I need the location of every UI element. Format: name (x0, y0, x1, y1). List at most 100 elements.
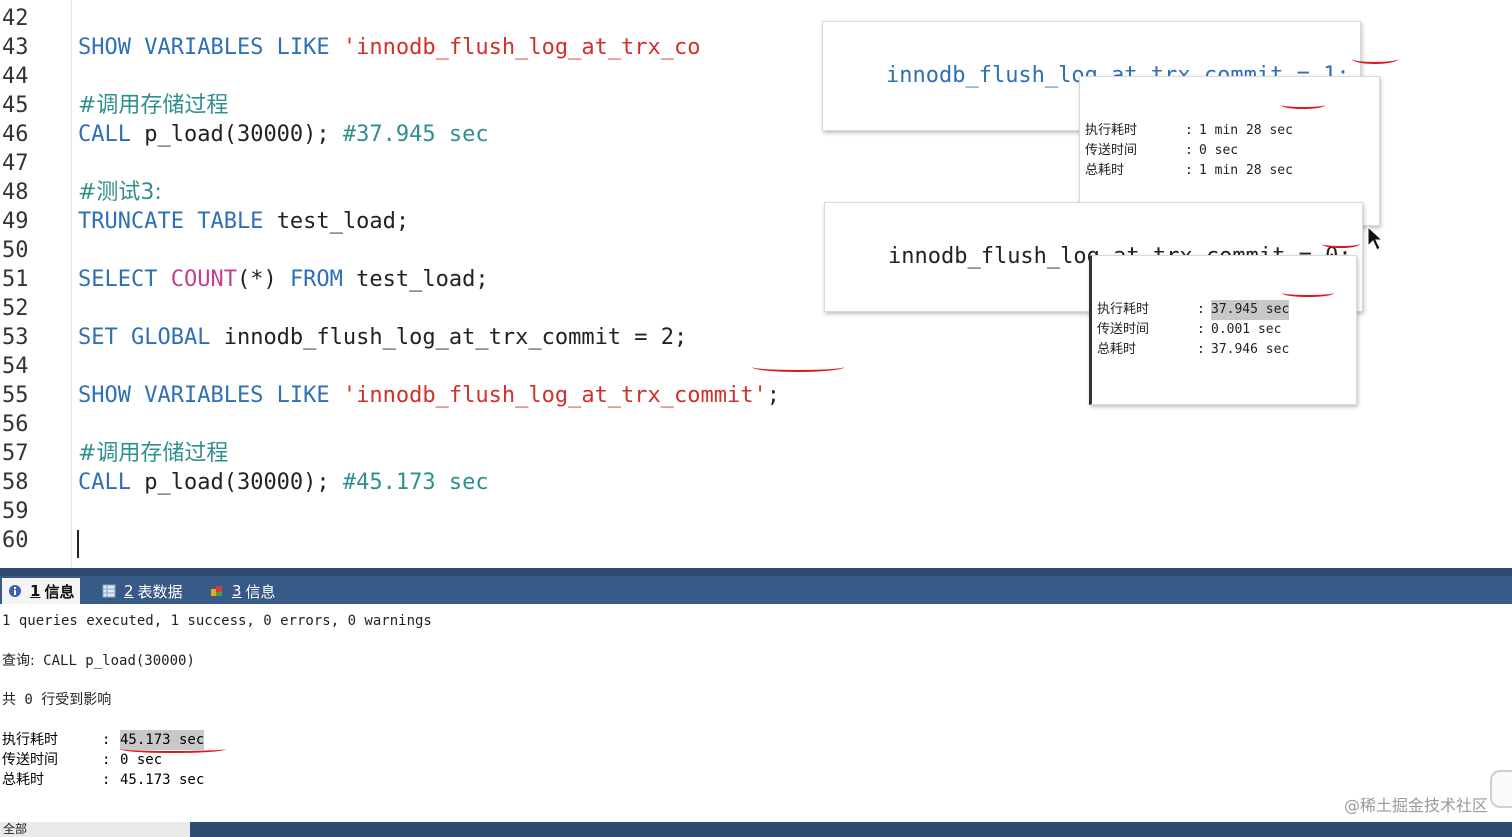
code-token: CALL (78, 122, 144, 147)
info-color-icon (210, 584, 224, 598)
line-number: 46 (2, 120, 42, 149)
stat-colon: : (102, 770, 120, 790)
line-number: 43 (2, 33, 42, 62)
code-line[interactable]: 56 (0, 410, 1512, 439)
query-line: 查询: CALL p_load(30000) (2, 651, 195, 671)
tab-table-data-2[interactable]: 2表数据 (96, 578, 189, 604)
code-token: #调用存储过程 (78, 441, 228, 466)
line-number: 58 (2, 468, 42, 497)
stat-value: 45.173 sec (120, 770, 204, 790)
code-text: SHOW VARIABLES LIKE 'innodb_flush_log_at… (78, 381, 780, 410)
code-line[interactable]: 59 (0, 497, 1512, 526)
tab-info-3[interactable]: 3信息 (204, 578, 282, 604)
red-underline-annotation (1281, 101, 1325, 109)
line-number: 60 (2, 526, 42, 555)
code-token: #45.173 sec (343, 470, 489, 495)
watermark: @稀土掘金技术社区 (1344, 792, 1488, 816)
stat-label: 总耗时 (2, 770, 102, 790)
stat-label: 总耗时 (1097, 340, 1197, 360)
stat-label: 传送时间 (1097, 320, 1197, 340)
stat-label: 传送时间 (2, 750, 102, 770)
code-token: (*) (237, 267, 290, 292)
table-icon (102, 584, 116, 598)
stat-colon: : (1197, 340, 1211, 360)
stat-row: 传送时间:0 sec (1085, 141, 1369, 161)
tab-info-1[interactable]: 1信息 (2, 578, 80, 604)
bottom-tab-all[interactable]: 全部 (0, 822, 190, 837)
code-token: #37.945 sec (343, 122, 489, 147)
stat-colon: : (102, 730, 120, 750)
red-underline-annotation (120, 745, 226, 753)
line-number: 42 (2, 4, 42, 33)
code-token: SELECT (78, 267, 171, 292)
stat-row: 传送时间:0.001 sec (1097, 320, 1346, 340)
code-text: TRUNCATE TABLE test_load; (78, 207, 409, 236)
code-text: #调用存储过程 (78, 439, 228, 468)
stat-colon: : (1185, 161, 1199, 181)
code-text: #测试3: (78, 178, 162, 207)
stat-label: 总耗时 (1085, 161, 1185, 181)
stat-row: 执行耗时:37.945 sec (1097, 300, 1346, 320)
stat-value: 0 sec (120, 750, 162, 770)
stat-row: 执行耗时:1 min 28 sec (1085, 121, 1369, 141)
side-collapse-handle[interactable] (1490, 770, 1512, 808)
line-number: 55 (2, 381, 42, 410)
stat-colon: : (1197, 320, 1211, 340)
code-token: FROM (290, 267, 356, 292)
code-token: p_load(30000); (144, 122, 343, 147)
code-text: SET GLOBAL innodb_flush_log_at_trx_commi… (78, 323, 687, 352)
line-number: 51 (2, 265, 42, 294)
line-number: 52 (2, 294, 42, 323)
code-token: #测试3: (78, 180, 162, 205)
code-token: test_load; (356, 267, 488, 292)
line-number: 48 (2, 178, 42, 207)
code-token: ; (767, 383, 780, 408)
code-text: SHOW VARIABLES LIKE 'innodb_flush_log_at… (78, 33, 701, 62)
stat-row: 总耗时:45.173 sec (2, 770, 204, 790)
line-number: 56 (2, 410, 42, 439)
summary-text: 1 queries executed, 1 success, 0 errors,… (2, 611, 432, 631)
code-text: SELECT COUNT(*) FROM test_load; (78, 265, 489, 294)
red-underline-annotation (752, 362, 844, 372)
result-tabs: 1信息 2表数据 3信息 (0, 576, 1512, 604)
line-number: 57 (2, 439, 42, 468)
line-number: 50 (2, 236, 42, 265)
code-text: #调用存储过程 (78, 91, 228, 120)
result-output: 1 queries executed, 1 success, 0 errors,… (0, 604, 1512, 822)
code-text: CALL p_load(30000); #37.945 sec (78, 120, 489, 149)
bottom-bar: 全部 (0, 822, 1512, 837)
line-number: 54 (2, 352, 42, 381)
text-caret (77, 530, 79, 558)
stat-colon: : (1185, 141, 1199, 161)
stat-value: 37.945 sec (1211, 300, 1289, 320)
stat-value: 1 min 28 sec (1199, 161, 1293, 181)
line-number: 53 (2, 323, 42, 352)
line-number: 45 (2, 91, 42, 120)
code-token: SET GLOBAL (78, 325, 224, 350)
stat-value: 0 sec (1199, 141, 1238, 161)
stat-label: 执行耗时 (1097, 300, 1197, 320)
code-token: CALL (78, 470, 144, 495)
code-line[interactable]: 57 #调用存储过程 (0, 439, 1512, 468)
stat-label: 执行耗时 (1085, 121, 1185, 141)
stat-value: 37.946 sec (1211, 340, 1289, 360)
line-number: 44 (2, 62, 42, 91)
code-token: #调用存储过程 (78, 93, 228, 118)
code-text: CALL p_load(30000); #45.173 sec (78, 468, 489, 497)
line-number: 49 (2, 207, 42, 236)
line-number: 59 (2, 497, 42, 526)
code-token: TRUNCATE TABLE (78, 209, 277, 234)
stat-row: 总耗时:37.946 sec (1097, 340, 1346, 360)
stats-annotation-commit-0: 执行耗时:37.945 sec传送时间:0.001 sec总耗时:37.946 … (1089, 255, 1357, 405)
stat-colon: : (1197, 300, 1211, 320)
code-line[interactable]: 58 CALL p_load(30000); #45.173 sec (0, 468, 1512, 497)
result-stats: 执行耗时:45.173 sec传送时间:0 sec总耗时:45.173 sec (2, 730, 204, 790)
sql-editor[interactable]: 4243 SHOW VARIABLES LIKE 'innodb_flush_lo… (0, 0, 1512, 568)
code-token: test_load; (277, 209, 409, 234)
code-token: 'innodb_flush_log_at_trx_co (343, 35, 701, 60)
stat-row: 总耗时:1 min 28 sec (1085, 161, 1369, 181)
code-token: COUNT (171, 267, 237, 292)
code-line[interactable]: 60 (0, 526, 1512, 555)
panel-splitter[interactable] (0, 568, 1512, 576)
stat-label: 传送时间 (1085, 141, 1185, 161)
